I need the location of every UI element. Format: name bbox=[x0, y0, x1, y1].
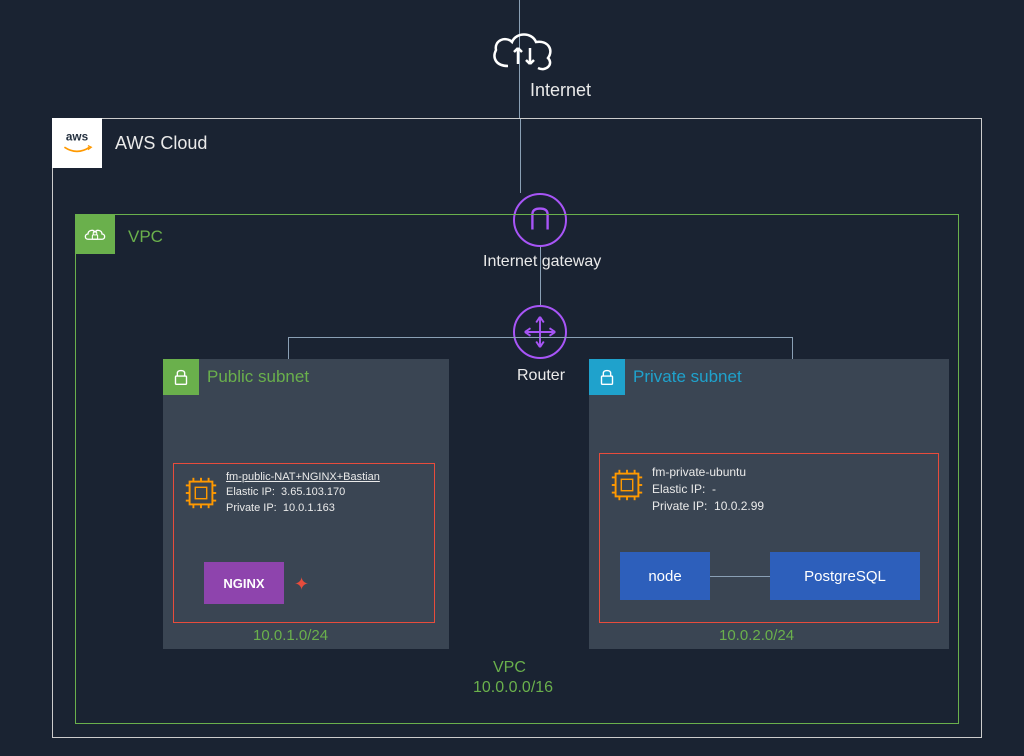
connector-line bbox=[520, 119, 521, 193]
private-subnet-container: Private subnet fm-private-ubuntu Elastic… bbox=[589, 359, 949, 649]
vpc-badge-icon bbox=[75, 214, 115, 254]
private-ip-value: 10.0.2.99 bbox=[714, 499, 764, 513]
instance-name: fm-private-ubuntu bbox=[652, 465, 746, 479]
vpc-title: VPC bbox=[128, 227, 163, 247]
private-subnet-title: Private subnet bbox=[633, 367, 742, 387]
aws-logo-badge: aws bbox=[52, 118, 102, 168]
private-subnet-badge-icon bbox=[589, 359, 625, 395]
private-instance-box: fm-private-ubuntu Elastic IP: - Private … bbox=[599, 453, 939, 623]
aws-cloud-title: AWS Cloud bbox=[115, 133, 207, 154]
elastic-ip-label: Elastic IP: bbox=[226, 486, 275, 498]
nginx-service: NGINX bbox=[204, 562, 284, 604]
internet-label: Internet bbox=[530, 80, 591, 101]
private-instance-details: fm-private-ubuntu Elastic IP: - Private … bbox=[652, 464, 764, 514]
aws-cloud-container: aws AWS Cloud Internet gateway bbox=[52, 118, 982, 738]
elastic-ip-value: 3.65.103.170 bbox=[281, 486, 345, 498]
public-subnet-title: Public subnet bbox=[207, 367, 309, 387]
vpc-footer-cidr: 10.0.0.0/16 bbox=[473, 679, 553, 697]
connector-line bbox=[288, 337, 289, 359]
ec2-chip-icon bbox=[608, 466, 646, 509]
private-ip-label: Private IP: bbox=[226, 502, 277, 514]
arrow-left-icon: ✦ bbox=[294, 574, 309, 595]
private-ip-value: 10.0.1.163 bbox=[283, 502, 335, 514]
private-ip-label: Private IP: bbox=[652, 499, 707, 513]
vpc-footer-label: VPC bbox=[493, 659, 526, 677]
diagram-canvas: Internet aws AWS Cloud Internet gateway bbox=[0, 0, 1024, 756]
public-instance-details: fm-public-NAT+NGINX+Bastian Elastic IP: … bbox=[226, 470, 380, 516]
private-subnet-cidr: 10.0.2.0/24 bbox=[719, 627, 794, 644]
node-service: node bbox=[620, 552, 710, 600]
cloud-icon bbox=[488, 28, 558, 76]
postgresql-service: PostgreSQL bbox=[770, 552, 920, 600]
public-instance-box: fm-public-NAT+NGINX+Bastian Elastic IP: … bbox=[173, 463, 435, 623]
elastic-ip-value: - bbox=[712, 482, 716, 496]
instance-name: fm-public-NAT+NGINX+Bastian bbox=[226, 471, 380, 483]
ec2-chip-icon bbox=[182, 474, 220, 517]
public-subnet-container: Public subnet fm-public-NAT+NGINX+Bastia… bbox=[163, 359, 449, 649]
public-subnet-cidr: 10.0.1.0/24 bbox=[253, 627, 328, 644]
public-subnet-badge-icon bbox=[163, 359, 199, 395]
svg-text:aws: aws bbox=[66, 130, 89, 143]
connector-line bbox=[710, 576, 770, 577]
connector-line bbox=[792, 337, 793, 359]
connector-line bbox=[288, 337, 792, 338]
elastic-ip-label: Elastic IP: bbox=[652, 482, 705, 496]
